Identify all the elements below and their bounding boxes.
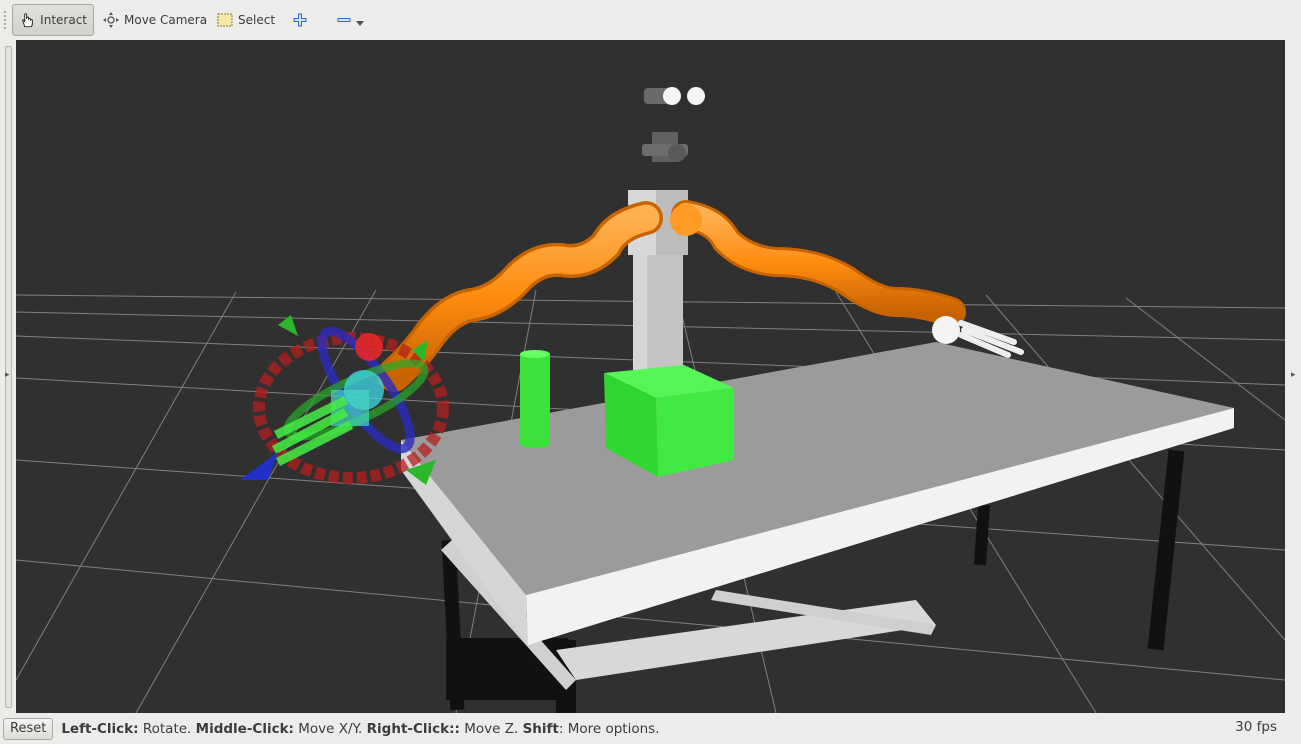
hint-middle-click-text: Move X/Y.	[293, 720, 367, 737]
left-dock-handle[interactable]: ▸	[2, 40, 14, 713]
hint-shift-text: : More options.	[558, 720, 660, 737]
select-rectangle-icon	[217, 13, 233, 27]
fps-counter: 30 fps	[1235, 719, 1277, 735]
hint-middle-click-key: Middle-Click:	[195, 720, 294, 737]
hand-pointer-icon	[22, 13, 33, 28]
plus-icon	[293, 13, 307, 27]
interact-tool-button[interactable]: Interact	[12, 4, 94, 36]
select-tool-label: Select	[238, 13, 276, 27]
dropdown-arrow-icon[interactable]	[356, 19, 364, 27]
reset-button[interactable]: Reset	[3, 717, 54, 740]
hint-right-click-text: Move Z.	[459, 720, 523, 737]
toolbar-grip[interactable]	[3, 10, 7, 30]
scene-canvas[interactable]	[16, 40, 1285, 713]
left-collapse-arrow-icon[interactable]: ▸	[5, 370, 10, 380]
interact-tool-label: Interact	[40, 13, 87, 27]
3d-render-viewport[interactable]	[16, 40, 1285, 713]
move-camera-tool-label: Move Camera	[124, 13, 208, 27]
interaction-hint: Left-Click: Rotate. Middle-Click: Move X…	[61, 721, 659, 737]
minus-icon	[337, 18, 351, 22]
right-dock-handle[interactable]: ▸	[1288, 40, 1300, 713]
hint-right-click-key: Right-Click::	[366, 720, 460, 737]
remove-tool-button[interactable]	[330, 4, 374, 36]
right-collapse-arrow-icon[interactable]: ▸	[1291, 370, 1296, 380]
tool-bar: Interact Move Camera Select	[0, 0, 1301, 40]
select-tool-button[interactable]: Select	[210, 4, 281, 36]
right-arm[interactable]	[671, 200, 1024, 358]
hint-left-click-text: Rotate.	[138, 720, 196, 737]
status-bar: Reset Left-Click: Rotate. Middle-Click: …	[0, 713, 1301, 744]
move-camera-icon	[103, 12, 119, 28]
hint-left-click-key: Left-Click:	[61, 720, 139, 737]
add-tool-button[interactable]	[286, 4, 318, 36]
hint-shift-key: Shift	[522, 720, 559, 737]
sensor-head[interactable]	[642, 87, 705, 162]
green-cylinder[interactable]	[520, 350, 550, 448]
move-camera-tool-button[interactable]: Move Camera	[96, 4, 213, 36]
